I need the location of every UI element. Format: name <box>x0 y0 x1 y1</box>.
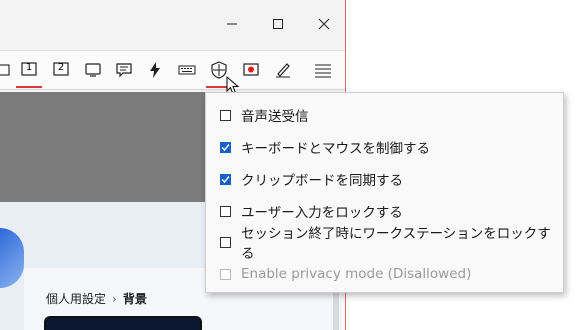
pen-icon[interactable] <box>272 59 294 81</box>
partial-toolbar-icon[interactable] <box>0 59 14 81</box>
monitor-2-button[interactable]: 2 <box>50 59 72 81</box>
menu-item-clipboard[interactable]: クリップボードを同期する <box>220 169 403 189</box>
breadcrumb-parent[interactable]: 個人用設定 <box>46 292 106 306</box>
keyboard-icon[interactable] <box>176 59 198 81</box>
privacy-dropdown-menu: 音声送受信 キーボードとマウスを制御する クリップボードを同期する ユーザー入力… <box>205 92 564 293</box>
session-toolbar: 1 2 <box>0 50 345 90</box>
menu-item-audio[interactable]: 音声送受信 <box>220 105 309 125</box>
menu-item-label: 音声送受信 <box>241 109 309 125</box>
monitor-2-label: 2 <box>57 62 65 73</box>
wallpaper-preview <box>44 316 202 330</box>
checkbox-unchecked-icon[interactable] <box>220 109 231 121</box>
menu-item-label: ユーザー入力をロックする <box>241 205 403 221</box>
menu-item-label: Enable privacy mode (Disallowed) <box>241 266 472 282</box>
breadcrumb: 個人用設定 › 背景 <box>46 290 147 307</box>
checkbox-unchecked-icon[interactable] <box>220 236 231 248</box>
checkbox-checked-icon[interactable] <box>220 173 231 185</box>
close-icon[interactable] <box>314 14 334 34</box>
maximize-icon[interactable] <box>268 14 288 34</box>
active-underline <box>16 86 42 88</box>
display-icon[interactable] <box>82 59 104 81</box>
breadcrumb-separator: › <box>112 292 117 306</box>
minimize-icon[interactable] <box>222 14 242 34</box>
menu-item-label: クリップボードを同期する <box>241 173 403 189</box>
monitor-1-button[interactable]: 1 <box>16 59 42 88</box>
lightning-icon[interactable] <box>144 59 166 81</box>
checkbox-disabled-icon <box>220 268 231 280</box>
menu-item-privacy-mode: Enable privacy mode (Disallowed) <box>220 264 471 284</box>
menu-item-lock-on-end[interactable]: セッション終了時にワークステーションをロックする <box>220 226 563 262</box>
title-bar <box>0 0 345 48</box>
checkbox-checked-icon[interactable] <box>220 141 231 153</box>
menu-icon[interactable] <box>312 59 334 81</box>
breadcrumb-current: 背景 <box>122 292 147 306</box>
menu-item-lock-input[interactable]: ユーザー入力をロックする <box>220 201 403 221</box>
menu-item-label: キーボードとマウスを制御する <box>241 141 430 157</box>
checkbox-unchecked-icon[interactable] <box>220 205 231 217</box>
menu-item-label: セッション終了時にワークステーションをロックする <box>240 226 551 262</box>
menu-item-keyboard-mouse[interactable]: キーボードとマウスを制御する <box>220 137 430 157</box>
chat-icon[interactable] <box>113 59 135 81</box>
monitor-1-label: 1 <box>25 62 33 73</box>
record-icon[interactable] <box>240 59 262 81</box>
